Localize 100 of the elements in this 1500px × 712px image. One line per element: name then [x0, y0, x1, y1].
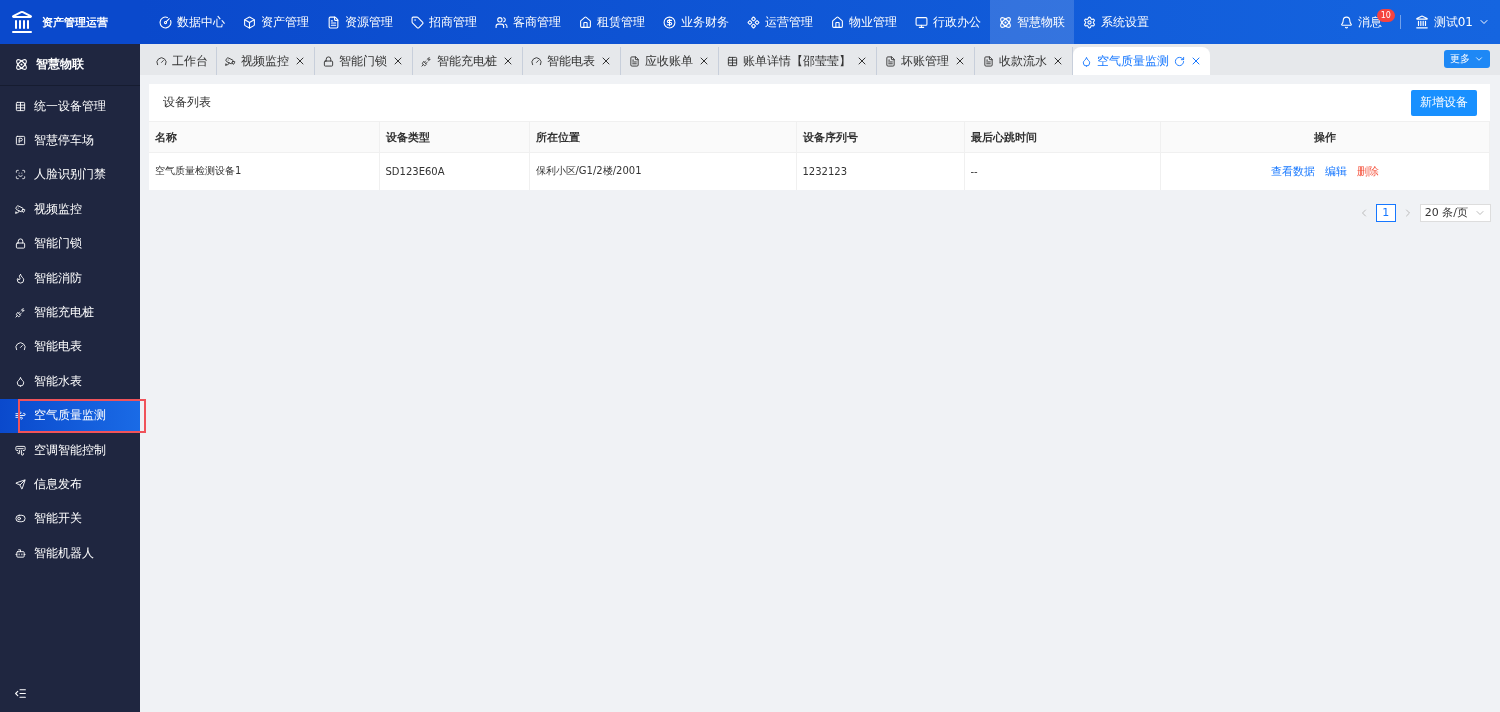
camera-icon — [225, 55, 236, 67]
page-size-select[interactable]: 20 条/页 — [1419, 203, 1491, 222]
sidebar-item[interactable]: 智能门锁 — [0, 226, 140, 261]
chevron-down-icon — [1474, 54, 1484, 64]
gauge-icon — [156, 55, 167, 67]
wind-icon — [15, 410, 26, 422]
close-icon[interactable] — [502, 55, 514, 67]
refresh-icon[interactable] — [1174, 55, 1185, 67]
sidebar-item[interactable]: 统一设备管理 — [0, 89, 140, 124]
user-menu[interactable]: 测试01 — [1399, 15, 1500, 29]
plug-icon — [421, 55, 432, 67]
close-icon[interactable] — [1052, 55, 1064, 67]
table-cell: 1232123 — [796, 152, 964, 190]
robot-icon — [15, 547, 26, 559]
nav-item[interactable]: 租赁管理 — [570, 0, 654, 44]
column-header: 最后心跳时间 — [964, 121, 1160, 153]
sidebar-item[interactable]: 智能开关 — [0, 501, 140, 537]
document-icon — [885, 55, 896, 67]
cube-icon — [243, 15, 256, 29]
sidebar-item[interactable]: 智能机器人 — [0, 536, 140, 571]
action-link[interactable]: 查看数据 — [1270, 164, 1315, 178]
gauge-icon — [159, 15, 172, 29]
nav-item[interactable]: 数据中心 — [150, 0, 234, 44]
close-icon[interactable] — [392, 55, 404, 67]
nav-item[interactable]: 物业管理 — [822, 0, 906, 44]
table-icon — [727, 55, 738, 67]
sidebar-title: 智慧物联 — [36, 56, 84, 73]
sidebar-item[interactable]: 空调智能控制 — [0, 432, 140, 468]
tab[interactable]: 应收账单 — [621, 47, 719, 75]
more-button[interactable]: 更多 — [1444, 50, 1490, 68]
air-vent-icon — [15, 444, 26, 456]
grid-icon — [747, 15, 760, 29]
tab[interactable]: 智能充电桩 — [413, 47, 523, 75]
column-header: 设备序列号 — [796, 121, 964, 153]
gauge-icon — [531, 55, 542, 67]
tab[interactable]: 空气质量监测 — [1073, 47, 1210, 75]
tag-icon — [411, 15, 424, 29]
nav-item[interactable]: 智慧物联 — [990, 0, 1074, 44]
sidebar-item[interactable]: 人脸识别门禁 — [0, 157, 140, 193]
table-icon — [15, 100, 26, 112]
lock-icon — [323, 55, 334, 67]
nav-item[interactable]: 资产管理 — [234, 0, 318, 44]
house-icon — [579, 15, 592, 29]
page-number[interactable]: 1 — [1375, 203, 1396, 222]
coin-icon — [663, 15, 676, 29]
action-link[interactable]: 编辑 — [1324, 164, 1347, 178]
sidebar-item[interactable]: 智慧停车场 — [0, 123, 140, 158]
tab[interactable]: 智能门锁 — [315, 47, 413, 75]
sidebar-item[interactable]: 智能水表 — [0, 364, 140, 399]
nav-item[interactable]: 招商管理 — [402, 0, 486, 44]
sidebar-item[interactable]: 信息发布 — [0, 467, 140, 502]
gauge-icon — [15, 341, 26, 353]
bank-icon — [10, 10, 34, 34]
close-icon[interactable] — [856, 55, 868, 67]
column-header: 名称 — [149, 121, 379, 153]
tab[interactable]: 智能电表 — [523, 47, 621, 75]
table-cell: SD123E60A — [379, 152, 529, 190]
sidebar-item[interactable]: 智能充电桩 — [0, 295, 140, 330]
document-icon — [983, 55, 994, 67]
table-cell: 保利小区/G1/2楼/2001 — [529, 152, 796, 190]
document-icon — [327, 15, 340, 29]
close-icon[interactable] — [294, 55, 306, 67]
bell-icon — [1339, 15, 1353, 29]
nav-item[interactable]: 行政办公 — [906, 0, 990, 44]
close-icon[interactable] — [698, 55, 710, 67]
droplet-icon — [1081, 55, 1092, 67]
tab[interactable]: 坏账管理 — [877, 47, 975, 75]
panel-title: 设备列表 — [163, 94, 211, 111]
droplet-icon — [15, 375, 26, 387]
nav-item[interactable]: 运营管理 — [738, 0, 822, 44]
house-icon — [831, 15, 844, 29]
nav-item[interactable]: 业务财务 — [654, 0, 738, 44]
nav-item[interactable]: 客商管理 — [486, 0, 570, 44]
toggle-icon — [15, 513, 26, 525]
atom-icon — [999, 15, 1012, 29]
close-icon[interactable] — [954, 55, 966, 67]
atom-icon — [15, 58, 28, 71]
sidebar-item[interactable]: 视频监控 — [0, 192, 140, 227]
send-icon — [15, 479, 26, 490]
tab[interactable]: 账单详情【邵莹莹】 — [719, 47, 877, 75]
flame-icon — [15, 272, 26, 284]
camera-icon — [15, 203, 26, 215]
settings-icon — [1083, 15, 1096, 29]
users-icon — [495, 15, 508, 29]
lock-icon — [15, 238, 26, 250]
collapse-icon[interactable] — [14, 687, 27, 700]
sidebar-item[interactable]: 空气质量监测 — [0, 398, 140, 433]
nav-item[interactable]: 系统设置 — [1074, 0, 1158, 44]
plug-icon — [15, 307, 26, 319]
document-icon — [629, 55, 640, 67]
action-link[interactable]: 删除 — [1356, 164, 1379, 178]
close-icon[interactable] — [600, 55, 612, 67]
bank-icon — [1414, 15, 1429, 29]
column-header: 设备类型 — [379, 121, 529, 153]
tab[interactable]: 视频监控 — [217, 47, 315, 75]
tab[interactable]: 工作台 — [148, 47, 217, 75]
sidebar-item[interactable]: 智能消防 — [0, 260, 140, 296]
nav-item[interactable]: 资源管理 — [318, 0, 402, 44]
sidebar-item[interactable]: 智能电表 — [0, 329, 140, 365]
app-title: 资产管理运营 — [42, 14, 108, 30]
